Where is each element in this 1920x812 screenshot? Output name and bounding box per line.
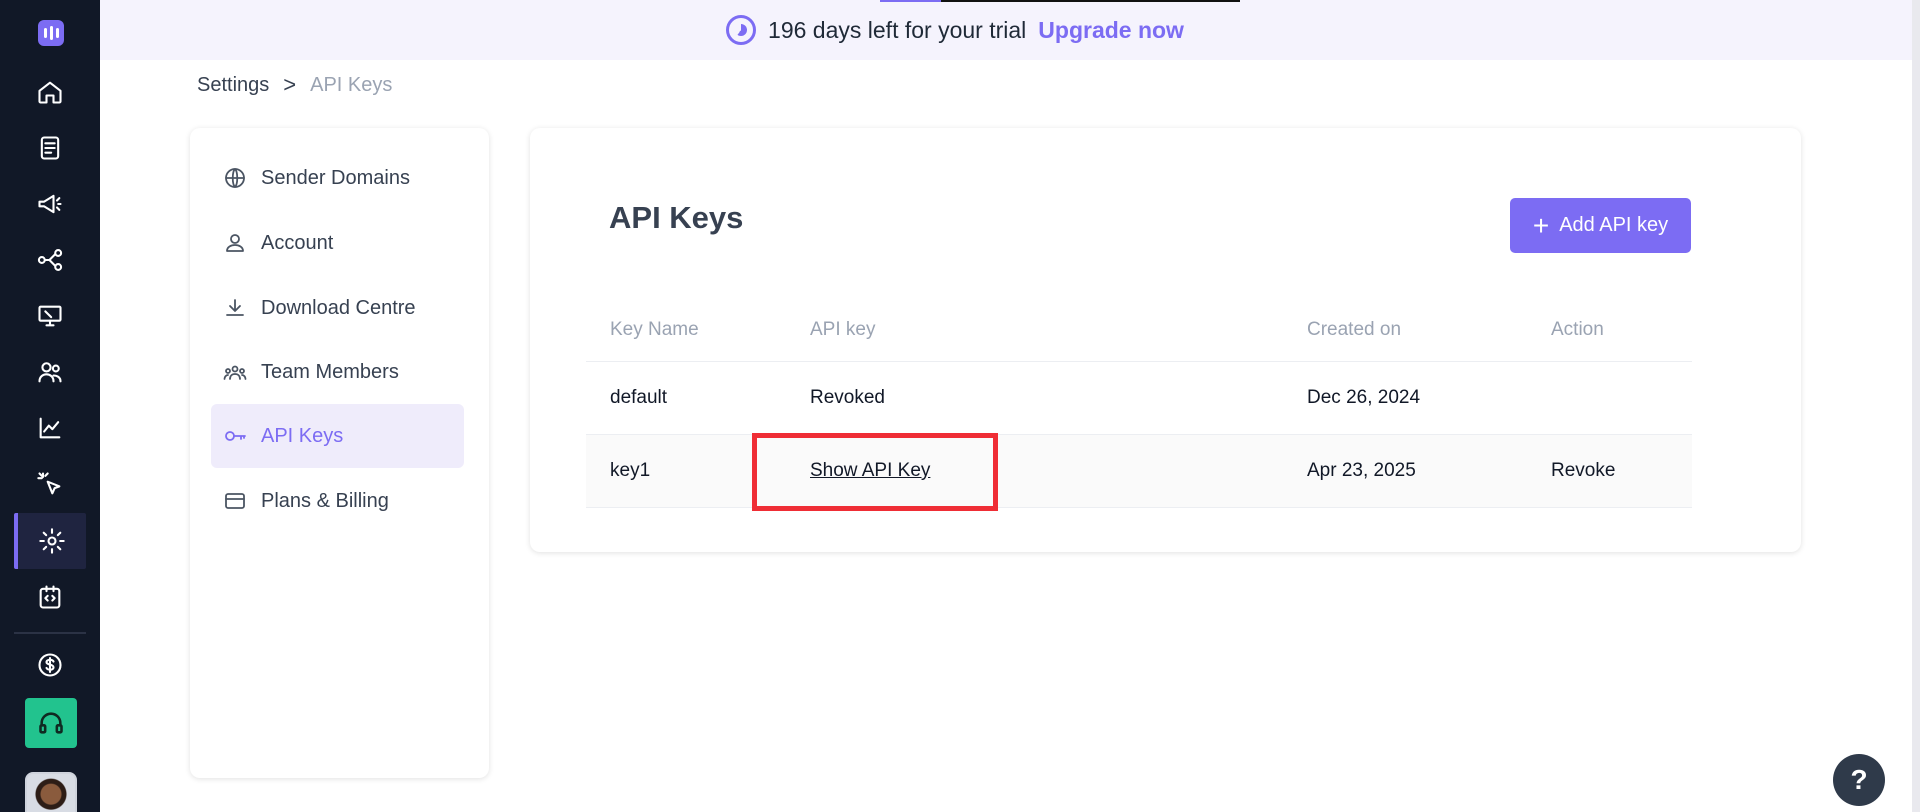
breadcrumb-current: API Keys <box>310 73 393 96</box>
workflow-icon[interactable] <box>14 232 86 288</box>
trial-progress-fill <box>880 0 942 2</box>
home-icon[interactable] <box>14 64 86 120</box>
nav-rail <box>0 0 100 812</box>
headset-icon <box>39 712 63 734</box>
key-name: default <box>610 387 668 408</box>
add-api-key-label: Add API key <box>1559 214 1669 236</box>
menu-item-team-members[interactable]: Team Members <box>211 340 464 404</box>
menu-item-download-centre[interactable]: Download Centre <box>211 276 464 340</box>
analytics-icon[interactable] <box>14 400 86 456</box>
avatar[interactable] <box>25 772 77 812</box>
dollar-icon[interactable] <box>14 637 86 693</box>
chevron-right-icon: > <box>283 72 297 97</box>
header-created-on: Created on <box>1307 318 1402 340</box>
credit-card-icon <box>225 493 245 509</box>
settings-menu: Sender Domains Account Download Centre T… <box>190 128 489 778</box>
globe-icon <box>225 168 245 188</box>
code-icon[interactable] <box>14 569 86 625</box>
table-header: Key Name API key Created on Action <box>586 298 1692 362</box>
page-scrollbar[interactable] <box>1912 0 1920 812</box>
menu-item-label: Account <box>261 231 334 254</box>
key-status: Revoked <box>810 387 885 408</box>
support-button[interactable] <box>25 698 77 748</box>
trial-progress-bar <box>880 0 1240 2</box>
header-key-name: Key Name <box>610 318 699 340</box>
app-logo[interactable] <box>38 20 64 46</box>
created-date: Apr 23, 2025 <box>1307 460 1416 481</box>
menu-item-account[interactable]: Account <box>211 211 464 275</box>
user-icon <box>226 234 244 252</box>
menu-item-plans-billing[interactable]: Plans & Billing <box>211 469 464 533</box>
timer-icon <box>726 15 757 45</box>
megaphone-icon[interactable] <box>14 176 86 232</box>
trial-banner: 196 days left for your trial Upgrade now <box>100 0 1920 60</box>
trial-text: 196 days left for your trial <box>768 16 1027 43</box>
menu-item-label: Download Centre <box>261 296 416 319</box>
api-keys-panel: API Keys + Add API key Key Name API key … <box>530 128 1801 552</box>
settings-icon[interactable] <box>14 513 86 569</box>
menu-item-label: Team Members <box>261 360 399 383</box>
menu-item-label: API Keys <box>261 424 344 447</box>
upgrade-link[interactable]: Upgrade now <box>1038 17 1184 44</box>
contacts-icon[interactable] <box>14 344 86 400</box>
download-icon <box>226 299 244 316</box>
highlight-box <box>752 433 998 511</box>
table-row: default Revoked Dec 26, 2024 <box>586 362 1692 435</box>
revoke-link[interactable]: Revoke <box>1551 435 1615 507</box>
header-action: Action <box>1551 318 1604 340</box>
breadcrumb-settings[interactable]: Settings <box>197 74 269 97</box>
document-icon[interactable] <box>14 120 86 176</box>
key-name: key1 <box>610 460 651 481</box>
screen-icon[interactable] <box>14 288 86 344</box>
team-icon <box>223 365 247 380</box>
key-icon <box>225 431 246 441</box>
rail-divider <box>14 632 86 634</box>
breadcrumb: Settings > API Keys <box>197 72 392 98</box>
menu-item-label: Sender Domains <box>261 166 410 189</box>
click-icon[interactable] <box>14 456 86 512</box>
menu-item-label: Plans & Billing <box>261 489 389 512</box>
page-title: API Keys <box>609 200 744 235</box>
menu-item-sender-domains[interactable]: Sender Domains <box>211 146 464 210</box>
help-button[interactable]: ? <box>1833 754 1885 806</box>
menu-item-api-keys[interactable]: API Keys <box>211 404 464 468</box>
plus-icon: + <box>1532 209 1550 241</box>
created-date: Dec 26, 2024 <box>1307 387 1421 408</box>
add-api-key-button[interactable]: + Add API key <box>1510 198 1691 253</box>
header-api-key: API key <box>810 318 876 340</box>
